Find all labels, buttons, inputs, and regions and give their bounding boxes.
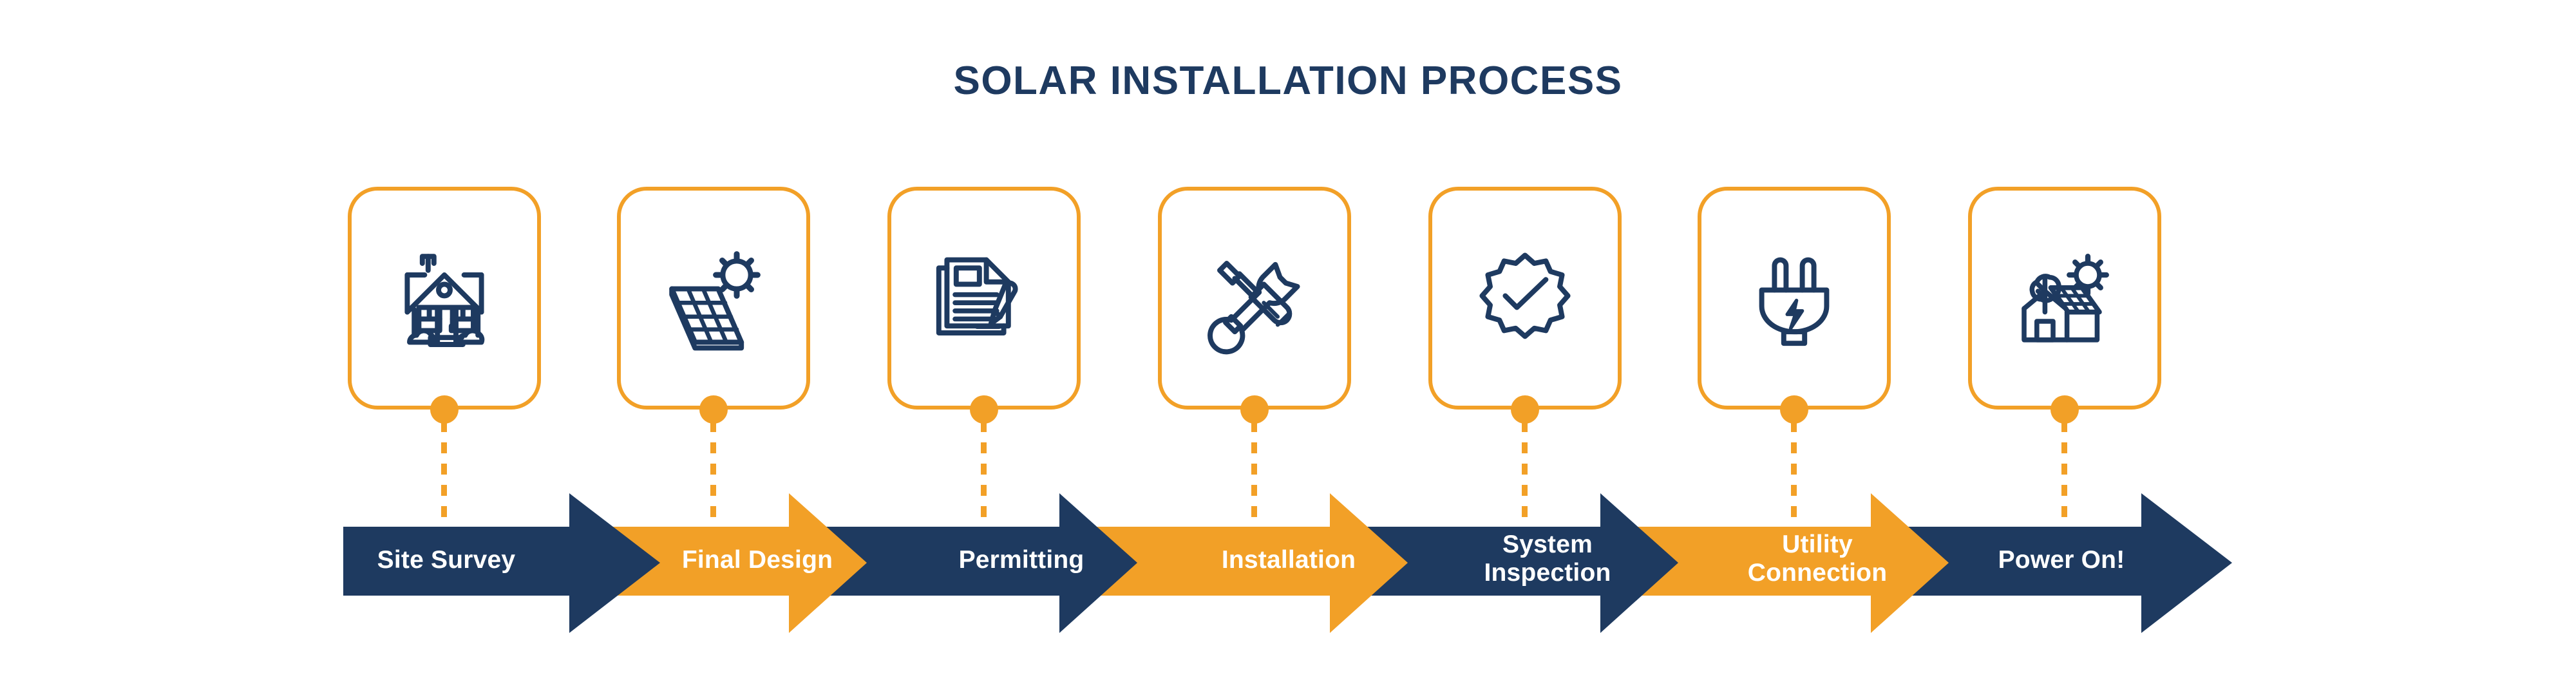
connector-line-7 [2061, 421, 2067, 524]
solar-house-sun-icon [2007, 240, 2123, 356]
step-card-system-inspection[interactable] [1428, 187, 1622, 410]
connector-dot-1 [430, 395, 459, 424]
connector-dot-4 [1240, 395, 1269, 424]
connector-dot-7 [2050, 395, 2079, 424]
connector-line-5 [1522, 421, 1528, 524]
arrow-label-power-on: Power On! [1998, 546, 2125, 574]
step-card-installation[interactable] [1158, 187, 1351, 410]
connector-line-3 [981, 421, 987, 524]
step-card-final-design[interactable] [617, 187, 810, 410]
connector-line-6 [1791, 421, 1797, 524]
connector-dot-2 [699, 395, 728, 424]
arrow-label-permitting: Permitting [958, 546, 1084, 574]
arrow-label-utility-connection: Utility Connection [1747, 531, 1888, 587]
arrow-label-system-inspection: System Inspection [1484, 531, 1611, 587]
power-plug-bolt-icon [1736, 240, 1852, 356]
arrow-label-installation: Installation [1221, 546, 1356, 574]
solar-panel-sun-icon [656, 240, 772, 356]
step-card-permitting[interactable] [887, 187, 1081, 410]
connector-dot-6 [1780, 395, 1808, 424]
step-card-power-on[interactable] [1968, 187, 2161, 410]
connector-line-4 [1251, 421, 1257, 524]
connector-line-2 [710, 421, 716, 524]
badge-check-icon [1467, 240, 1583, 356]
connector-dot-5 [1511, 395, 1539, 424]
wrench-screwdriver-icon [1197, 240, 1312, 356]
step-card-site-survey[interactable] [348, 187, 541, 410]
documents-pen-icon [926, 240, 1042, 356]
arrow-label-final-design: Final Design [681, 546, 833, 574]
step-card-utility-connection[interactable] [1698, 187, 1891, 410]
connector-dot-3 [970, 395, 998, 424]
arrow-label-site-survey: Site Survey [377, 546, 516, 574]
house-icon [386, 240, 502, 356]
infographic-root: SOLAR INSTALLATION PROCESS Site Survey F… [0, 0, 2576, 698]
page-title: SOLAR INSTALLATION PROCESS [953, 59, 1623, 103]
connector-line-1 [441, 421, 447, 524]
